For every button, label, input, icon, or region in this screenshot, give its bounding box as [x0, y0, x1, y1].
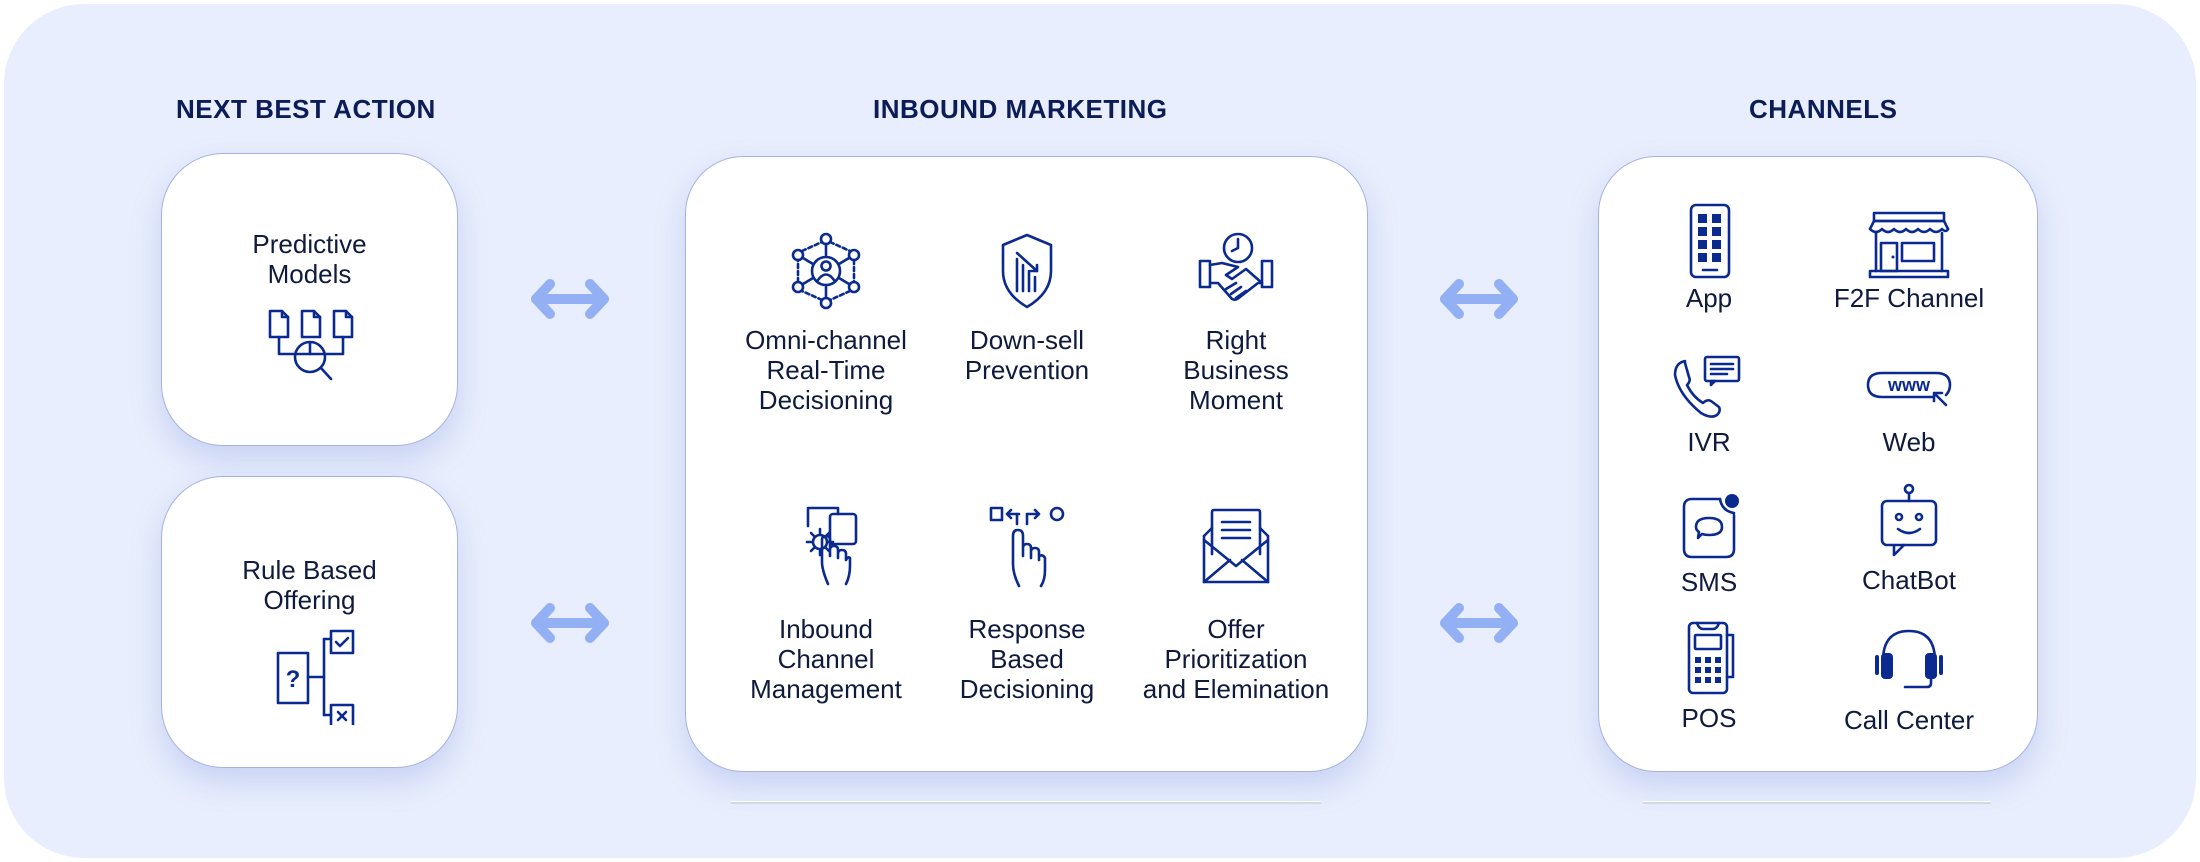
- inbound-item-right-moment: Right Business Moment: [1126, 231, 1346, 415]
- chatbot-icon: [1880, 483, 1938, 557]
- channel-web: www Web: [1799, 355, 2019, 457]
- section-title-inbound-marketing: INBOUND MARKETING: [873, 94, 1168, 124]
- channel-app: App: [1599, 203, 1819, 313]
- gear-touch-icon: [805, 506, 858, 586]
- www-cursor-icon: www: [1866, 371, 1952, 407]
- card-predictive-models: Predictive Models: [161, 153, 458, 446]
- channel-f2f: F2F Channel: [1799, 203, 2019, 313]
- inbound-item-label: Inbound Channel Management: [750, 614, 902, 704]
- storefront-icon: [1868, 211, 1950, 279]
- svg-text:?: ?: [285, 666, 300, 693]
- channel-label: ChatBot: [1862, 565, 1956, 595]
- inbound-item-down-sell: Down-sell Prevention: [917, 231, 1137, 385]
- channel-label: Call Center: [1843, 705, 1975, 735]
- inbound-item-inbound-channel: Inbound Channel Management: [716, 504, 936, 704]
- section-title-next-best-action: NEXT BEST ACTION: [176, 94, 436, 124]
- envelope-letter-icon: [1202, 508, 1270, 584]
- inbound-item-label: Omni-channel Real-Time Decisioning: [745, 325, 907, 415]
- channel-pos: POS: [1599, 621, 1819, 733]
- rule-based-offering-label: Rule Based Offering: [242, 555, 377, 615]
- predictive-models-label: Predictive Models: [252, 229, 367, 289]
- inbound-item-label: Down-sell Prevention: [964, 325, 1090, 385]
- channel-chatbot: ChatBot: [1799, 483, 2019, 595]
- channel-sms: SMS: [1599, 491, 1819, 597]
- tap-choice-icon: [989, 506, 1065, 588]
- channel-label: F2F Channel: [1833, 283, 1985, 313]
- sms-bubble-icon: [1682, 494, 1739, 559]
- channel-label: SMS: [1680, 567, 1738, 597]
- bidirectional-arrow-icon: [1440, 603, 1518, 643]
- divider-line: [731, 801, 1321, 804]
- card-inbound-marketing: Omni-channel Real-Time Decisioning Down-…: [685, 156, 1368, 772]
- channel-label: App: [1685, 283, 1733, 313]
- card-rule-based-offering: Rule Based Offering ?: [161, 476, 458, 768]
- inbound-item-offer-prioritization: Offer Prioritization and Elemination: [1126, 504, 1346, 704]
- card-channels: App F2F Channel IVR www Web SMS ChatBot …: [1598, 156, 2038, 772]
- shield-chart-down-icon: [1001, 233, 1053, 309]
- rule-decision-tree-icon: ?: [276, 629, 354, 725]
- bidirectional-arrow-icon: [1440, 279, 1518, 319]
- headset-icon: [1875, 629, 1943, 689]
- bidirectional-arrow-icon: [531, 279, 609, 319]
- network-person-icon: [791, 232, 861, 310]
- divider-line: [1643, 801, 1991, 804]
- phone-message-icon: [1673, 355, 1741, 418]
- predictive-models-icon: [268, 309, 353, 381]
- inbound-item-label: Response Based Decisioning: [959, 614, 1095, 704]
- handshake-clock-icon: [1198, 232, 1274, 301]
- inbound-item-label: Offer Prioritization and Elemination: [1142, 614, 1330, 704]
- channel-label: POS: [1681, 703, 1737, 733]
- channel-ivr: IVR: [1599, 355, 1819, 457]
- section-title-channels: CHANNELS: [1749, 94, 1898, 124]
- channel-call-center: Call Center: [1799, 627, 2019, 735]
- mobile-app-icon: [1689, 203, 1731, 279]
- svg-text:www: www: [1887, 375, 1931, 395]
- inbound-item-label: Right Business Moment: [1183, 325, 1289, 415]
- pos-terminal-icon: [1687, 621, 1735, 695]
- bidirectional-arrow-icon: [531, 603, 609, 643]
- inbound-item-omni-channel: Omni-channel Real-Time Decisioning: [716, 231, 936, 415]
- channel-label: Web: [1882, 427, 1936, 457]
- inbound-item-response-based: Response Based Decisioning: [917, 504, 1137, 704]
- channel-label: IVR: [1687, 427, 1731, 457]
